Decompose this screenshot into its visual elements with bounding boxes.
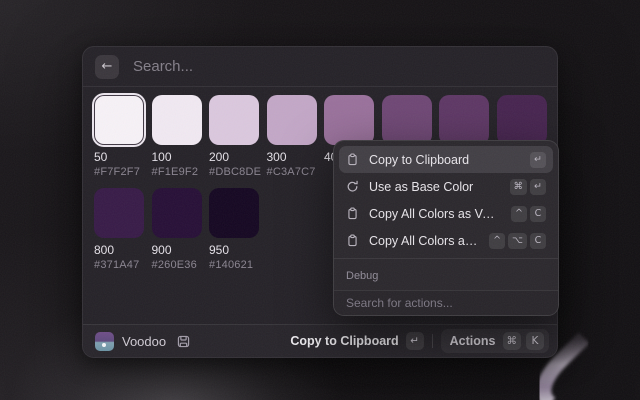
- swatch-step-label: 200: [209, 150, 259, 164]
- key-badge: ↵: [530, 179, 546, 195]
- clipboard-icon: [346, 234, 359, 247]
- color-swatch-400[interactable]: [324, 95, 374, 145]
- menu-section-header: Debug: [339, 263, 553, 287]
- footer-actions: Copy to Clipboard ↵ Actions ⌘ K: [290, 329, 549, 353]
- color-swatch-800[interactable]: [94, 188, 144, 238]
- return-key-badge: ↵: [406, 332, 424, 350]
- swatch-hex-label: #C3A7C7: [267, 166, 317, 178]
- swatch-step-label: 300: [267, 150, 317, 164]
- key-badge: ^: [511, 206, 527, 222]
- swatch-cell: 100 #F1E9F2: [152, 95, 202, 178]
- menu-item-shortcut: ⌘↵: [510, 179, 547, 195]
- key-badge: C: [530, 206, 546, 222]
- color-swatch-50[interactable]: [94, 95, 144, 145]
- swatch-hex-label: #140621: [209, 259, 259, 271]
- color-swatch-100[interactable]: [152, 95, 202, 145]
- swatch-step-label: 800: [94, 243, 144, 257]
- menu-item-use-as-base-color[interactable]: Use as Base Color ⌘↵: [339, 173, 553, 200]
- search-input[interactable]: [133, 58, 545, 75]
- menu-separator: [334, 258, 558, 259]
- extension-name: Voodoo: [122, 334, 166, 349]
- menu-search-bar: [334, 290, 558, 315]
- menu-item-shortcut: ^C: [511, 206, 546, 222]
- swatch-step-label: 100: [152, 150, 202, 164]
- save-icon: [176, 334, 191, 349]
- swatch-hex-label: #DBC8DE: [209, 166, 259, 178]
- menu-item-copy-all-colors-as-variable-declara[interactable]: Copy All Colors as Variable Declara... ^C: [339, 200, 553, 227]
- actions-menu-button[interactable]: Actions ⌘ K: [441, 329, 549, 353]
- voodoo-app-icon: [95, 332, 114, 351]
- search-bar: ←: [83, 47, 557, 87]
- menu-search-input[interactable]: [346, 296, 546, 310]
- menu-item-label: Use as Base Color: [369, 180, 500, 194]
- clipboard-icon: [346, 153, 359, 166]
- rotate-icon: [346, 180, 359, 193]
- footer-bar: Voodoo Copy to Clipboard ↵ Actions ⌘ K: [83, 324, 557, 357]
- swatch-hex-label: #F1E9F2: [152, 166, 202, 178]
- swatch-cell: 300 #C3A7C7: [267, 95, 317, 178]
- k-key-badge: K: [526, 332, 544, 350]
- swatch-cell: 950 #140621: [209, 188, 259, 271]
- swatch-cell: 800 #371A47: [94, 188, 144, 271]
- color-swatch-950[interactable]: [209, 188, 259, 238]
- menu-item-copy-all-colors-as-json[interactable]: Copy All Colors as JSON ^⌥C: [339, 227, 553, 254]
- key-badge: ⌥: [508, 233, 527, 249]
- color-swatch[interactable]: [439, 95, 489, 145]
- clipboard-icon: [346, 207, 359, 220]
- menu-item-label: Copy All Colors as Variable Declara...: [369, 207, 501, 221]
- actions-context-menu: Copy to Clipboard↵Use as Base Color⌘↵Cop…: [333, 140, 559, 316]
- key-badge: ↵: [530, 152, 546, 168]
- primary-action-label: Copy to Clipboard: [290, 334, 398, 348]
- footer-divider: [432, 334, 433, 348]
- key-badge: ^: [489, 233, 505, 249]
- color-swatch-300[interactable]: [267, 95, 317, 145]
- swatch-step-label: 950: [209, 243, 259, 257]
- swatch-hex-label: #260E36: [152, 259, 202, 271]
- color-swatch[interactable]: [382, 95, 432, 145]
- color-swatch[interactable]: [497, 95, 547, 145]
- swatch-hex-label: #371A47: [94, 259, 144, 271]
- swatch-step-label: 900: [152, 243, 202, 257]
- primary-action-button[interactable]: Copy to Clipboard ↵: [290, 332, 423, 350]
- swatch-cell: 900 #260E36: [152, 188, 202, 271]
- key-badge: ⌘: [510, 179, 528, 195]
- cmd-key-badge: ⌘: [503, 332, 522, 350]
- color-swatch-900[interactable]: [152, 188, 202, 238]
- key-badge: C: [530, 233, 546, 249]
- menu-item-shortcut: ^⌥C: [489, 233, 546, 249]
- swatch-cell: 200 #DBC8DE: [209, 95, 259, 178]
- menu-item-list: Copy to Clipboard↵Use as Base Color⌘↵Cop…: [334, 141, 558, 292]
- menu-item-label: Copy All Colors as JSON: [369, 234, 479, 248]
- menu-item-label: Copy to Clipboard: [369, 153, 520, 167]
- color-swatch-200[interactable]: [209, 95, 259, 145]
- back-button[interactable]: ←: [95, 55, 119, 79]
- menu-item-shortcut: ↵: [530, 152, 546, 168]
- extension-chip: Voodoo: [95, 332, 191, 351]
- menu-item-copy-to-clipboard[interactable]: Copy to Clipboard ↵: [339, 146, 553, 173]
- swatch-cell: 50 #F7F2F7: [94, 95, 144, 178]
- swatch-step-label: 50: [94, 150, 144, 164]
- actions-label: Actions: [450, 334, 496, 348]
- swatch-hex-label: #F7F2F7: [94, 166, 144, 178]
